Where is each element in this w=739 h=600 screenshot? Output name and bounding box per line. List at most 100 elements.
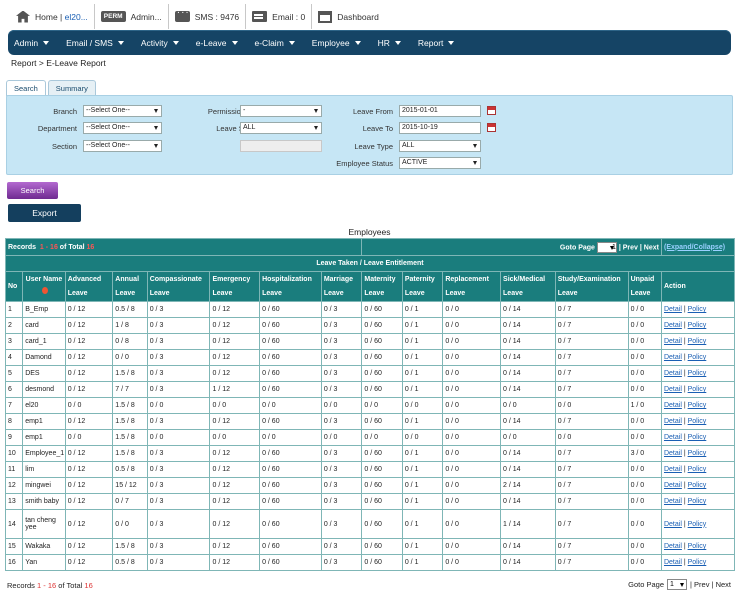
detail-link[interactable]: Detail (664, 559, 682, 566)
detail-link[interactable]: Detail (664, 338, 682, 345)
row-leave-value: 0 / 60 (361, 509, 403, 539)
calendar-icon[interactable] (487, 123, 496, 132)
chat-icon (174, 7, 190, 22)
export-button[interactable]: Export (8, 204, 81, 222)
row-leave-value: 0 / 0 (259, 429, 322, 446)
policy-link[interactable]: Policy (688, 418, 707, 425)
row-leave-value: 0 / 12 (64, 317, 114, 334)
detail-link[interactable]: Detail (664, 370, 682, 377)
permission-link[interactable]: PERM Admin... (95, 4, 169, 29)
policy-link[interactable]: Policy (688, 543, 707, 550)
row-leave-value: 0 / 60 (361, 365, 403, 382)
footer-next-link[interactable]: | Next (712, 580, 731, 589)
policy-link[interactable]: Policy (688, 450, 707, 457)
policy-link[interactable]: Policy (688, 466, 707, 473)
col-action: Action (660, 271, 736, 302)
col-advanced: Advanced Leave (64, 271, 114, 302)
department-select[interactable]: --Select One-- (83, 122, 162, 134)
row-leave-value: 0 / 3 (146, 349, 211, 366)
policy-link[interactable]: Policy (688, 434, 707, 441)
detail-link[interactable]: Detail (664, 386, 682, 393)
home-user[interactable]: el20... (65, 12, 88, 22)
leave-from-field[interactable]: 2015-01-01 (399, 105, 481, 117)
nav-admin[interactable]: Admin (14, 38, 50, 48)
policy-link[interactable]: Policy (688, 482, 707, 489)
next-link[interactable]: Next (644, 244, 659, 251)
policy-link[interactable]: Policy (688, 521, 707, 528)
footer-prev-link[interactable]: | Prev (690, 580, 709, 589)
row-leave-value: 0 / 0 (320, 397, 363, 414)
nav-report[interactable]: Report (418, 38, 455, 48)
row-leave-value: 0 / 60 (361, 461, 403, 478)
dashboard-link[interactable]: Dashboard (312, 4, 385, 29)
chevron-down-icon (288, 41, 295, 45)
nav-eleave[interactable]: e-Leave (196, 38, 238, 48)
policy-link[interactable]: Policy (688, 322, 707, 329)
home-link[interactable]: Home | el20... (10, 4, 95, 29)
policy-link[interactable]: Policy (688, 338, 707, 345)
row-action: Detail | Policy (660, 554, 736, 571)
policy-link[interactable]: Policy (688, 306, 707, 313)
tab-search[interactable]: Search (6, 80, 46, 96)
row-no: 4 (4, 349, 24, 366)
nav-email-sms[interactable]: Email / SMS (66, 38, 124, 48)
detail-link[interactable]: Detail (664, 354, 682, 361)
row-action: Detail | Policy (660, 493, 736, 510)
policy-link[interactable]: Policy (688, 559, 707, 566)
email-link[interactable]: Email : 0 (246, 4, 313, 29)
branch-select[interactable]: --Select One-- (83, 105, 162, 117)
records-row: Records 1 - 16 of Total 16 Goto Page 1 |… (4, 238, 736, 256)
leave-type-select[interactable]: ALL (399, 140, 481, 152)
employee-status-select[interactable]: ACTIVE (399, 157, 481, 169)
row-leave-value: 0 / 0 (401, 429, 444, 446)
row-user-name: tan cheng yee (22, 509, 66, 539)
detail-link[interactable]: Detail (664, 434, 682, 441)
nav-activity[interactable]: Activity (141, 38, 179, 48)
page-select[interactable]: 1 (596, 241, 617, 253)
row-leave-value: 0 / 60 (259, 493, 322, 510)
detail-link[interactable]: Detail (664, 418, 682, 425)
row-leave-value: 0 / 7 (554, 365, 629, 382)
footer-records-prefix: Records (7, 581, 38, 590)
detail-link[interactable]: Detail (664, 402, 682, 409)
tab-summary[interactable]: Summary (47, 80, 96, 96)
detail-link[interactable]: Detail (664, 322, 682, 329)
row-leave-value: 0 / 14 (500, 333, 556, 350)
nav-label: e-Leave (195, 37, 227, 48)
detail-link[interactable]: Detail (664, 521, 682, 528)
nav-label: Employee (311, 37, 350, 48)
nav-employee[interactable]: Employee (312, 38, 361, 48)
row-no: 15 (4, 538, 24, 555)
detail-link[interactable]: Detail (664, 482, 682, 489)
policy-link[interactable]: Policy (688, 354, 707, 361)
nav-label: e-Claim (254, 37, 284, 48)
nav-eclaim[interactable]: e-Claim (255, 38, 295, 48)
search-button[interactable]: Search (7, 182, 58, 199)
expand-collapse-link[interactable]: (Expand/Collapse) (664, 244, 725, 251)
calendar-icon[interactable] (487, 106, 496, 115)
footer-page-select[interactable]: 1 (667, 579, 687, 590)
row-leave-value: 0 / 12 (64, 461, 114, 478)
row-leave-value: 0 / 1 (401, 365, 444, 382)
prev-link[interactable]: Prev (623, 244, 638, 251)
policy-link[interactable]: Policy (688, 402, 707, 409)
row-no: 12 (4, 477, 24, 494)
policy-link[interactable]: Policy (688, 370, 707, 377)
email-label: Email : 0 (272, 11, 306, 22)
sms-link[interactable]: SMS : 9476 (169, 4, 247, 29)
leave-to-field[interactable]: 2015-10-19 (399, 122, 481, 134)
chevron-down-icon (117, 41, 124, 45)
nav-hr[interactable]: HR (378, 38, 401, 48)
detail-link[interactable]: Detail (664, 450, 682, 457)
detail-link[interactable]: Detail (664, 466, 682, 473)
row-leave-value: 0 / 14 (500, 461, 556, 478)
row-action: Detail | Policy (660, 445, 736, 462)
row-user-name: desmond (22, 381, 66, 398)
section-select[interactable]: --Select One-- (83, 140, 162, 152)
row-leave-value: 0 / 12 (64, 349, 114, 366)
policy-link[interactable]: Policy (688, 498, 707, 505)
policy-link[interactable]: Policy (688, 386, 707, 393)
detail-link[interactable]: Detail (664, 543, 682, 550)
detail-link[interactable]: Detail (664, 306, 682, 313)
detail-link[interactable]: Detail (664, 498, 682, 505)
